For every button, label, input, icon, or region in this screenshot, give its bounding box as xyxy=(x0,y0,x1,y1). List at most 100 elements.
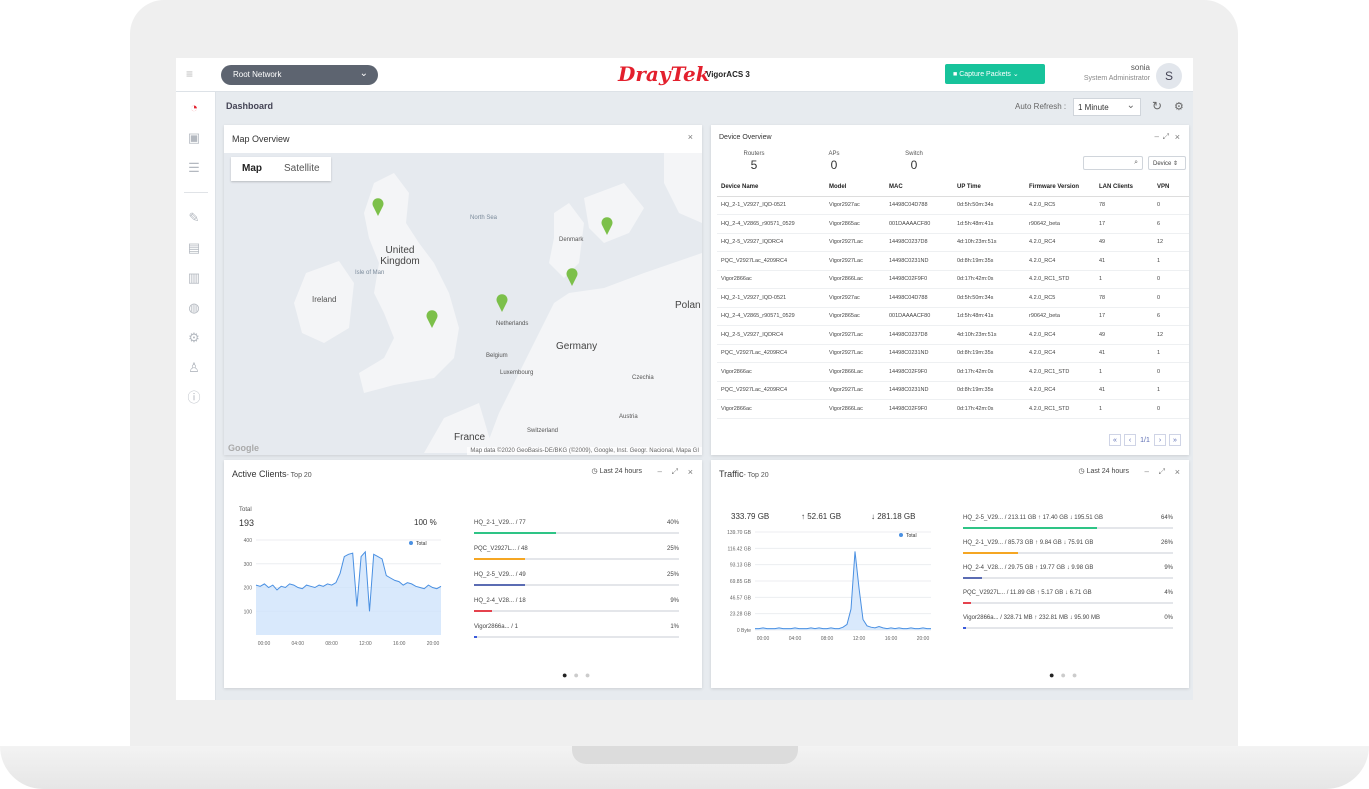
info-icon[interactable]: ⓘ xyxy=(186,390,202,406)
table-row[interactable]: HQ_2-5_V2927_IQDRC4 Vigor2927Lac 14498C023… xyxy=(717,325,1189,345)
dashboard-icon[interactable]: ◔ xyxy=(186,100,202,116)
next-page-button[interactable]: › xyxy=(1154,434,1166,446)
x-tick-label: 08:00 xyxy=(821,636,834,642)
table-row[interactable]: Vigor2866ac Vigor2866Lac 14498C02F9F0 0d:17… xyxy=(717,270,1189,289)
bar-list-item[interactable]: HQ_2-4_V28... / 18 9% xyxy=(474,598,679,612)
table-cell: 0 xyxy=(1153,196,1189,215)
auto-refresh-select[interactable]: 1 Minute ⌄ xyxy=(1073,98,1141,116)
close-icon[interactable]: × xyxy=(688,132,693,142)
table-row[interactable]: Vigor2866ac Vigor2866Lac 14498C02F9F0 0d:17… xyxy=(717,362,1189,382)
expand-icon[interactable]: ⤢ xyxy=(672,467,678,477)
table-cell: HQ_2-1_V2927_IQD-0521 xyxy=(717,196,825,215)
table-cell: 4.2.0_RC5 xyxy=(1025,288,1095,308)
column-header[interactable]: MAC xyxy=(885,178,953,197)
column-header[interactable]: Firmware Version xyxy=(1025,178,1095,197)
last-page-button[interactable]: » xyxy=(1169,434,1181,446)
network-selector[interactable]: Root Network ⌄ xyxy=(221,65,378,85)
capture-packets-button[interactable]: ■ Capture Packets ⌄ xyxy=(945,64,1045,84)
auto-refresh-label: Auto Refresh : xyxy=(1015,102,1067,111)
legend-label: Total xyxy=(906,533,917,539)
device-type-filter[interactable]: Device ⇕ xyxy=(1148,156,1186,170)
users-icon[interactable]: ♙ xyxy=(186,360,202,376)
column-header[interactable]: LAN Clients xyxy=(1095,178,1153,197)
table-cell: 4.2.0_RC4 xyxy=(1025,251,1095,271)
carousel-dots[interactable]: ●●● xyxy=(1049,670,1083,680)
wrench-icon[interactable]: ✎ xyxy=(186,210,202,226)
bar-list-item[interactable]: Vigor2866a... / 328.71 MB ↑ 232.81 MB ↓ … xyxy=(963,615,1173,629)
menu-icon[interactable]: ≡ xyxy=(186,68,200,80)
list-icon[interactable]: ☰ xyxy=(186,160,202,176)
table-row[interactable]: PQC_V2927Lac_4209RC4 Vigor2927Lac 14498C02… xyxy=(717,381,1189,400)
minimize-icon[interactable]: – xyxy=(658,467,662,476)
expand-icon[interactable]: ⤢ xyxy=(1163,132,1169,142)
tab-map[interactable]: Map xyxy=(231,157,273,181)
table-cell: 14498C04D788 xyxy=(885,288,953,308)
active-clients-subtitle: - Top 20 xyxy=(286,472,312,479)
column-header[interactable]: VPN xyxy=(1153,178,1189,197)
close-icon[interactable]: × xyxy=(1175,467,1180,477)
minimize-icon[interactable]: – xyxy=(1155,132,1159,141)
carousel-dots[interactable]: ●●● xyxy=(562,670,596,680)
settings-icon[interactable]: ⚙ xyxy=(186,330,202,346)
column-header[interactable]: Model xyxy=(825,178,885,197)
breadcrumb: Dashboard xyxy=(226,101,274,111)
map-pin-icon[interactable] xyxy=(372,198,384,216)
column-header[interactable]: Device Name xyxy=(717,178,825,197)
table-row[interactable]: HQ_2-1_V2927_IQD-0521 Vigor2927ac 14498C04… xyxy=(717,288,1189,308)
table-row[interactable]: HQ_2-4_V2865_r90571_0529 Vigor2865ac 001DA… xyxy=(717,214,1189,234)
map-pin-icon[interactable] xyxy=(566,268,578,286)
report-icon[interactable]: ▥ xyxy=(186,270,202,286)
traffic-chart[interactable]: 139.70 GB 116.42 GB 93.13 GB 69.85 GB 46.57 … xyxy=(719,526,939,648)
bar-list-item[interactable]: PQC_V2927L... / 11.89 GB ↑ 5.17 GB ↓ 6.7… xyxy=(963,590,1173,604)
table-row[interactable]: Vigor2866ac Vigor2866Lac 14498C02F9F0 0d:17… xyxy=(717,399,1189,419)
bar-list-item[interactable]: HQ_2-4_V28... / 29.75 GB ↑ 19.77 GB ↓ 9.… xyxy=(963,565,1173,579)
close-icon[interactable]: × xyxy=(688,467,693,477)
active-clients-chart[interactable]: 400 300 200 100 00:00 04:00 08:00 12:00 16:00 20:… xyxy=(234,532,449,647)
table-row[interactable]: HQ_2-1_V2927_IQD-0521 Vigor2927ac 14498C04… xyxy=(717,196,1189,215)
bar-list-item[interactable]: Vigor2866a... / 1 1% xyxy=(474,624,679,638)
avatar[interactable]: S xyxy=(1156,63,1182,89)
monitor-icon[interactable]: ▣ xyxy=(186,130,202,146)
gear-icon[interactable]: ⚙ xyxy=(1174,100,1184,113)
device-search-input[interactable]: ⌕ xyxy=(1083,156,1143,170)
time-range-select[interactable]: ◷ Last 24 hours xyxy=(592,467,642,475)
count-aps[interactable]: APs 0 xyxy=(799,151,869,172)
map-pin-icon[interactable] xyxy=(426,310,438,328)
globe-icon[interactable]: ◍ xyxy=(186,300,202,316)
tab-satellite[interactable]: Satellite xyxy=(273,157,331,181)
expand-icon[interactable]: ⤢ xyxy=(1159,467,1165,477)
count-routers[interactable]: Routers 5 xyxy=(719,151,789,172)
map-view[interactable]: Map Satellite North Sea United Kingdom Is… xyxy=(224,153,702,455)
bar-list-item[interactable]: HQ_2-1_V29... / 85.73 GB ↑ 9.84 GB ↓ 75.… xyxy=(963,540,1173,554)
table-row[interactable]: PQC_V2927Lac_4209RC4 Vigor2927Lac 14498C02… xyxy=(717,251,1189,271)
bar-list-item[interactable]: HQ_2-5_V29... / 213.11 GB ↑ 17.40 GB ↓ 1… xyxy=(963,515,1173,529)
bar-fill xyxy=(474,532,556,534)
bar-fill xyxy=(963,577,982,579)
first-page-button[interactable]: « xyxy=(1109,434,1121,446)
table-cell: 4.2.0_RC1_STD xyxy=(1025,362,1095,382)
close-icon[interactable]: × xyxy=(1175,132,1180,142)
prev-page-button[interactable]: ‹ xyxy=(1124,434,1136,446)
top-bar: ≡ Root Network ⌄ DrayTek VigorACS 3 ■ Ca… xyxy=(176,58,1193,92)
device-icon[interactable]: ▤ xyxy=(186,240,202,256)
map-pin-icon[interactable] xyxy=(601,217,613,235)
bar-percent: 26% xyxy=(1160,540,1173,546)
table-row[interactable]: HQ_2-4_V2865_r90571_0529 Vigor2865ac 001DA… xyxy=(717,307,1189,326)
refresh-icon[interactable]: ↻ xyxy=(1152,99,1162,113)
minimize-icon[interactable]: – xyxy=(1145,467,1149,476)
bar-track xyxy=(963,527,1173,529)
map-credit[interactable]: Map data ©2020 GeoBasis-DE/BKG (©2009), … xyxy=(467,447,702,455)
table-row[interactable]: PQC_V2927Lac_4209RC4 Vigor2927Lac 14498C02… xyxy=(717,344,1189,363)
time-range-select[interactable]: ◷ Last 24 hours xyxy=(1079,467,1129,475)
product-name: VigorACS 3 xyxy=(706,70,750,79)
table-row[interactable]: HQ_2-5_V2927_IQDRC4 Vigor2927Lac 14498C023… xyxy=(717,233,1189,252)
bar-list-item[interactable]: PQC_V2927L... / 48 25% xyxy=(474,546,679,560)
bar-list-item[interactable]: HQ_2-1_V29... / 77 40% xyxy=(474,520,679,534)
column-header[interactable]: UP Time xyxy=(953,178,1025,197)
count-switch[interactable]: Switch 0 xyxy=(879,151,949,172)
chevron-down-icon: ⌄ xyxy=(1010,71,1019,78)
map-pin-icon[interactable] xyxy=(496,294,508,312)
bar-list-item[interactable]: HQ_2-5_V29... / 49 25% xyxy=(474,572,679,586)
sidebar-divider xyxy=(184,192,208,193)
table-cell: HQ_2-5_V2927_IQDRC4 xyxy=(717,325,825,345)
